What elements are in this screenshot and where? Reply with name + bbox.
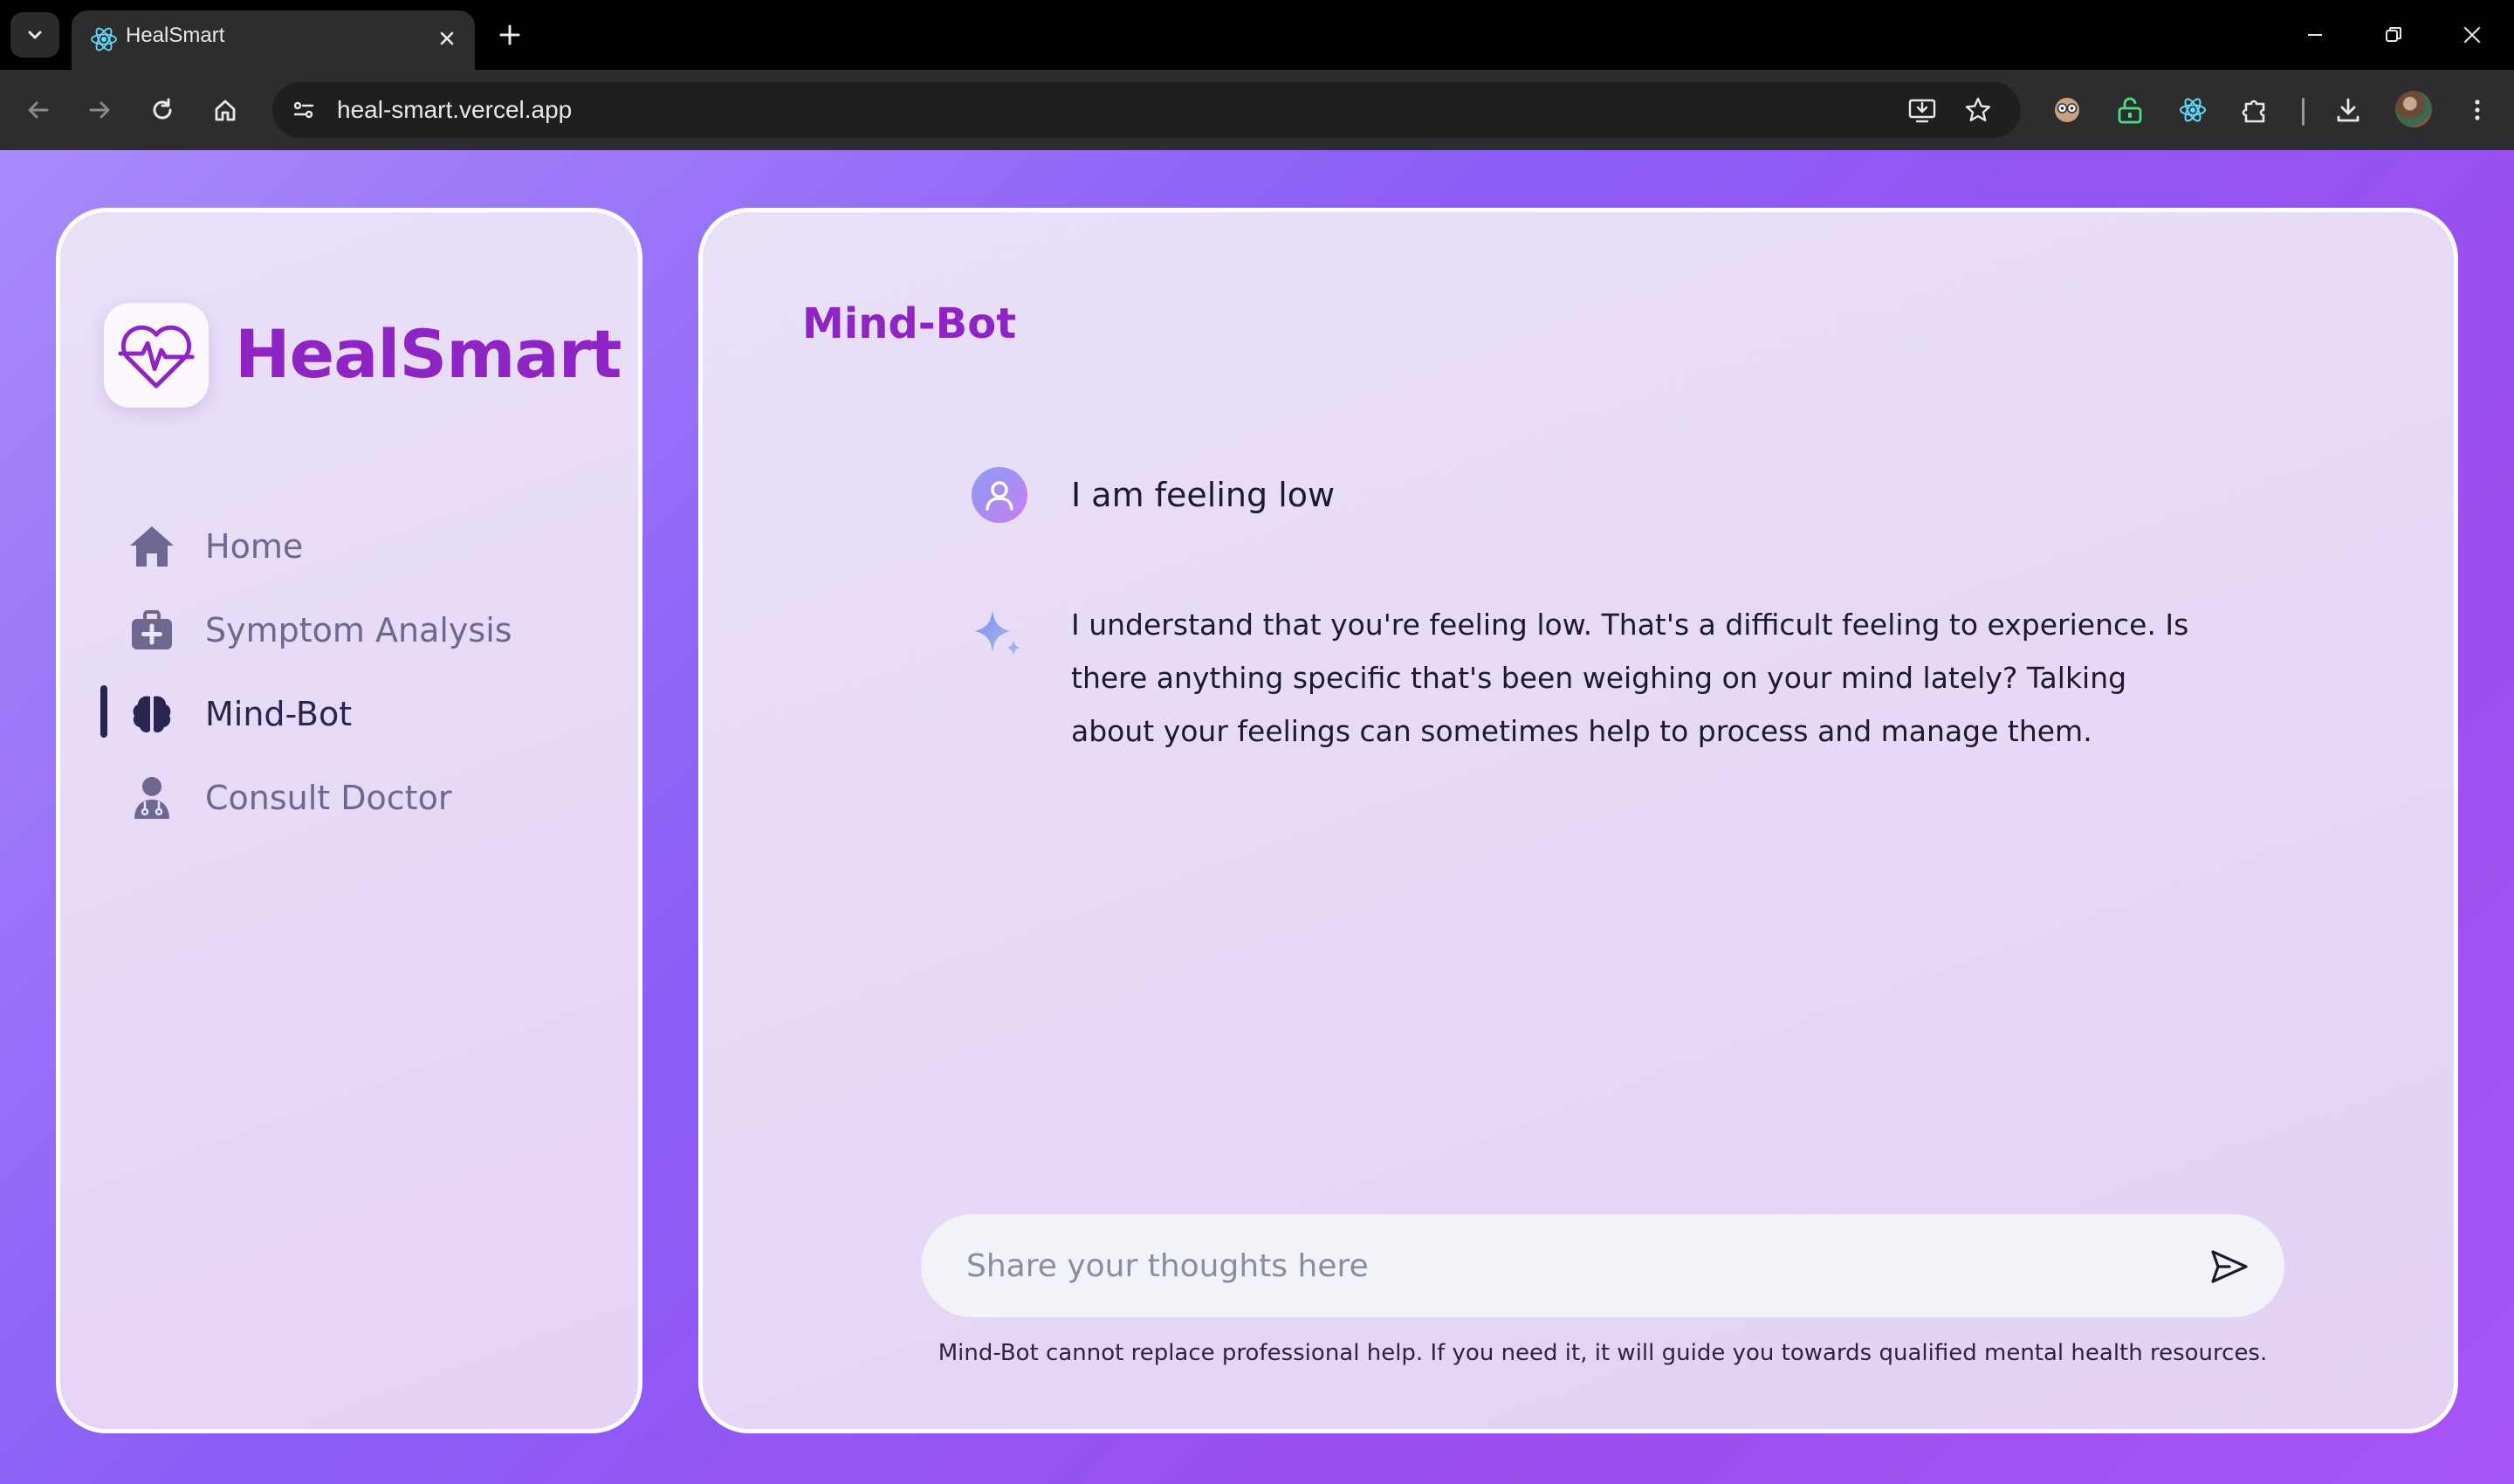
puzzle-icon [2242, 100, 2265, 123]
install-app-button[interactable] [1905, 93, 1940, 127]
back-button[interactable] [17, 89, 59, 131]
chat-input-box [921, 1214, 2284, 1317]
home-icon [215, 100, 236, 121]
page-title: Mind-Bot [802, 299, 1017, 348]
close-icon [2464, 27, 2480, 43]
active-indicator [100, 685, 107, 738]
downloads-button[interactable] [2327, 89, 2369, 131]
heart-pulse-icon [118, 325, 195, 388]
medical-kit-icon [127, 605, 177, 656]
close-window-button[interactable] [2444, 12, 2500, 58]
profile-avatar[interactable] [2395, 91, 2432, 127]
install-icon [1908, 99, 1936, 123]
more-vertical-icon [2475, 100, 2480, 120]
star-icon [1965, 97, 1991, 121]
bot-message: I understand that you're feeling low. Th… [1071, 608, 2189, 748]
nav-item-symptom-analysis[interactable]: Symptom Analysis [104, 596, 593, 664]
brand-name[interactable]: HealSmart [235, 315, 622, 393]
browser-menu-button[interactable] [2456, 89, 2498, 131]
new-tab-button[interactable] [491, 16, 529, 54]
glasses-face-icon [2055, 98, 2079, 122]
react-icon [2180, 98, 2206, 122]
extensions-menu-button[interactable] [2235, 89, 2277, 131]
download-icon [2337, 98, 2359, 122]
brain-icon [127, 689, 177, 739]
nav-item-consult-doctor[interactable]: Consult Doctor [104, 764, 593, 832]
site-info-button[interactable] [286, 93, 321, 127]
nav-item-label: Symptom Analysis [205, 611, 512, 649]
address-bar[interactable]: heal-smart.vercel.app [272, 82, 2021, 138]
plus-icon [499, 24, 520, 45]
home-button[interactable] [204, 89, 246, 131]
user-avatar-icon [972, 467, 1027, 523]
logo[interactable] [104, 303, 209, 408]
extension-glasses-button[interactable] [2046, 89, 2088, 131]
toolbar-divider [2302, 98, 2304, 126]
arrow-right-icon [89, 101, 110, 119]
unlock-icon [2118, 97, 2142, 124]
extension-lock-button[interactable] [2109, 89, 2151, 131]
doctor-icon [127, 773, 177, 823]
tab-title: HealSmart [126, 24, 225, 47]
chat-panel: Mind-Bot I am feeling low I understand t… [698, 208, 2458, 1433]
home-icon [127, 521, 177, 572]
nav-item-label: Mind-Bot [205, 695, 353, 733]
react-favicon-icon [91, 27, 117, 52]
chevron-down-icon [28, 31, 42, 39]
send-button[interactable] [2209, 1247, 2250, 1287]
arrow-left-icon [28, 101, 49, 119]
tune-icon [293, 101, 314, 119]
nav-item-label: Consult Doctor [205, 779, 452, 817]
restore-button[interactable] [2366, 12, 2421, 58]
sparkle-icon [975, 610, 1020, 656]
forward-button[interactable] [79, 89, 120, 131]
browser-toolbar: heal-smart.vercel.app [0, 70, 2514, 150]
nav-item-home[interactable]: Home [104, 512, 593, 581]
tab-search-button[interactable] [10, 12, 59, 58]
tab-close-button[interactable] [431, 23, 463, 54]
minimize-icon [2308, 34, 2322, 36]
close-icon [440, 31, 454, 45]
chat-input[interactable] [966, 1233, 2171, 1298]
url-text[interactable]: heal-smart.vercel.app [337, 96, 572, 124]
browser-tab[interactable]: HealSmart [72, 10, 475, 70]
send-icon [2211, 1250, 2248, 1283]
disclaimer-text: Mind-Bot cannot replace professional hel… [938, 1340, 2268, 1366]
nav-item-mind-bot[interactable]: Mind-Bot [100, 680, 593, 748]
browser-tab-bar: HealSmart [0, 0, 2514, 70]
minimize-button[interactable] [2287, 12, 2343, 58]
reload-button[interactable] [141, 89, 183, 131]
sidebar: HealSmart Home Symptom Analysis Mind-Bot [56, 208, 642, 1433]
bookmark-button[interactable] [1961, 93, 1995, 127]
user-message: I am feeling low [1071, 476, 1336, 514]
nav-item-label: Home [205, 527, 304, 566]
extension-react-devtools-button[interactable] [2172, 89, 2214, 131]
page-viewport: HealSmart Home Symptom Analysis Mind-Bot [0, 150, 2514, 1484]
restore-icon [2386, 27, 2401, 42]
reload-icon [153, 98, 172, 120]
